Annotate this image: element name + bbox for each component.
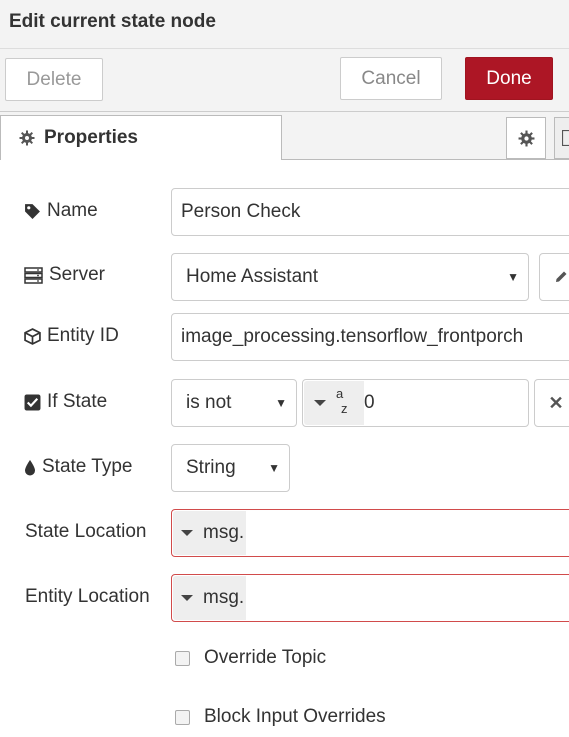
string-type-glyph-2: z (341, 401, 348, 416)
block-input-overrides-row[interactable]: Block Input Overrides (175, 706, 386, 728)
state-type-value: String (186, 457, 236, 478)
cancel-button[interactable]: Cancel (340, 57, 442, 100)
state-type-label: State Type (24, 455, 133, 479)
state-location-label-text: State Location (25, 521, 147, 542)
entity-location-type-selector[interactable]: msg. (173, 576, 247, 620)
entity-location-input[interactable]: msg. (171, 574, 569, 622)
if-state-operator-select[interactable]: is not ▼ (171, 379, 297, 427)
entity-id-label-text: Entity ID (47, 325, 119, 346)
tag-icon (25, 203, 40, 219)
state-location-type-selector[interactable]: msg. (173, 511, 247, 555)
server-label: Server (24, 263, 105, 287)
value-type-selector[interactable]: a z (304, 381, 364, 425)
override-topic-row[interactable]: Override Topic (175, 647, 326, 669)
state-type-select[interactable]: String ▼ (171, 444, 290, 492)
server-icon (24, 266, 43, 284)
clear-if-state-button[interactable]: ✕ (534, 379, 569, 427)
entity-id-input[interactable]: image_processing.tensorflow_frontporch (171, 313, 569, 361)
if-state-operator-value: is not (186, 392, 232, 413)
triangle-down-icon (181, 595, 193, 601)
node-settings-tab[interactable] (506, 117, 546, 159)
description-tab[interactable] (554, 117, 569, 159)
name-label-text: Name (47, 200, 98, 221)
tab-properties-label: Properties (44, 127, 138, 148)
dialog-header: Edit current state node (0, 0, 569, 49)
close-icon: ✕ (548, 392, 564, 413)
state-type-label-text: State Type (42, 456, 133, 477)
state-location-input[interactable]: msg. (171, 509, 569, 557)
if-state-value: 0 (364, 392, 375, 413)
dialog-toolbar: Delete Cancel Done (0, 49, 569, 112)
tab-bar: Properties (0, 112, 569, 160)
if-state-label: If State (24, 390, 107, 414)
entity-id-label: Entity ID (24, 324, 119, 348)
edit-server-button[interactable] (539, 253, 569, 301)
dropdown-caret-icon: ▼ (268, 461, 280, 475)
dialog-title: Edit current state node (9, 11, 216, 32)
entity-location-label-text: Entity Location (25, 586, 150, 607)
state-location-label: State Location (25, 520, 146, 544)
triangle-down-icon (314, 400, 326, 406)
pencil-icon (556, 271, 567, 282)
server-select-value: Home Assistant (186, 266, 318, 287)
entity-location-label: Entity Location (25, 585, 150, 609)
delete-button[interactable]: Delete (5, 58, 103, 101)
tab-properties[interactable]: Properties (0, 115, 282, 160)
block-input-overrides-checkbox[interactable] (175, 709, 190, 725)
state-location-prefix: msg. (203, 522, 245, 543)
cube-icon (24, 327, 41, 345)
name-label: Name (24, 199, 98, 223)
checkbox-checked-icon (24, 394, 41, 410)
server-select[interactable]: Home Assistant ▼ (171, 253, 529, 301)
gear-icon (19, 130, 35, 146)
file-icon (562, 130, 569, 146)
done-button[interactable]: Done (465, 57, 553, 100)
dropdown-caret-icon: ▼ (275, 396, 287, 410)
triangle-down-icon (181, 530, 193, 536)
string-type-icon: a z (336, 386, 348, 416)
server-label-text: Server (49, 264, 105, 285)
entity-location-prefix: msg. (203, 587, 245, 608)
name-input[interactable]: Person Check (171, 188, 569, 236)
dropdown-caret-icon: ▼ (507, 270, 519, 284)
string-type-glyph: a (336, 386, 344, 401)
if-state-value-input[interactable]: a z 0 (302, 379, 529, 427)
block-input-overrides-label: Block Input Overrides (204, 706, 386, 727)
override-topic-label: Override Topic (204, 647, 327, 668)
override-topic-checkbox[interactable] (175, 650, 190, 666)
if-state-label-text: If State (47, 391, 108, 412)
gear-icon (518, 130, 534, 146)
tint-icon (25, 459, 35, 475)
